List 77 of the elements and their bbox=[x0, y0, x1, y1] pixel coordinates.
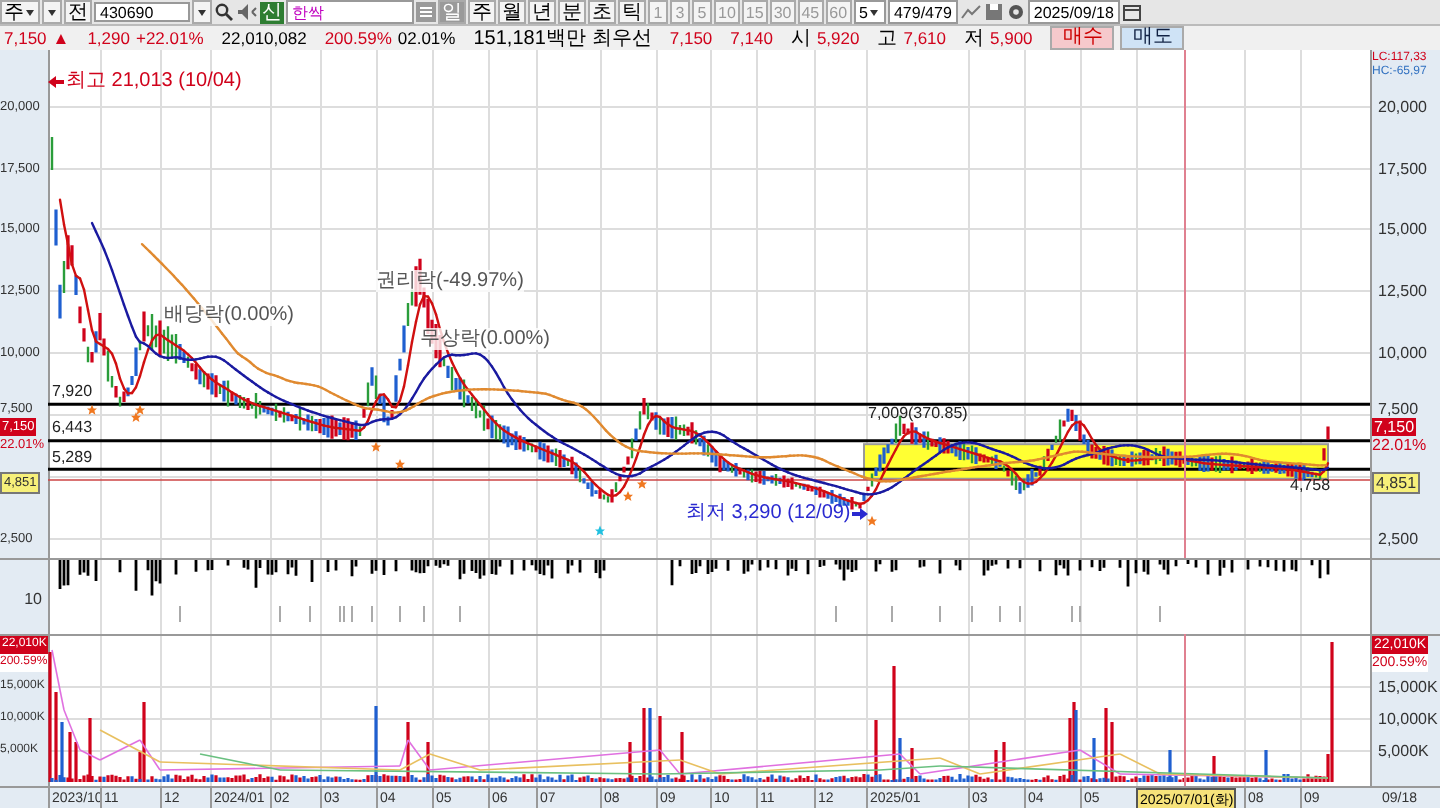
change-percent: +22.01% bbox=[135, 28, 204, 48]
axis-label: 20,000 bbox=[1378, 98, 1427, 116]
axis-label: 10 bbox=[24, 590, 42, 608]
trade-amount: 151,181백만 bbox=[473, 26, 586, 52]
market-dropdown[interactable]: 주 bbox=[0, 0, 40, 24]
stock-code-field[interactable]: 430690 bbox=[94, 2, 190, 22]
star-marker-icon bbox=[371, 441, 381, 452]
volume-value: 22,010,082 bbox=[221, 28, 307, 48]
chart-annotation: 7,920 bbox=[52, 382, 93, 400]
period-tab[interactable]: 주 bbox=[468, 0, 496, 24]
turnover-rate: 02.01% bbox=[397, 28, 456, 48]
star-marker-icon bbox=[623, 491, 633, 502]
high-price: 7,610 bbox=[903, 28, 947, 48]
high-label: 고 bbox=[877, 26, 898, 52]
buy-button[interactable]: 매수 bbox=[1050, 26, 1115, 50]
axis-label: 17,500 bbox=[1378, 160, 1427, 178]
current-price: 7,150 bbox=[4, 28, 47, 48]
chart-annotation: 무상락(0.00%) bbox=[420, 328, 551, 350]
chart-annotation: 권리락(-49.97%) bbox=[376, 270, 524, 292]
bid-price: 7,140 bbox=[730, 28, 773, 48]
period-tab[interactable]: 월 bbox=[498, 0, 526, 24]
price-tag: 4,851 bbox=[1372, 472, 1421, 494]
count-dropdown[interactable]: 5 bbox=[853, 0, 886, 24]
axis-label: 10,000 bbox=[1378, 344, 1427, 362]
volume-ratio: 200.59% bbox=[324, 28, 392, 48]
chart-annotation: 배당락(0.00%) bbox=[164, 304, 295, 326]
sell-button[interactable]: 매도 bbox=[1120, 26, 1185, 50]
calendar-icon[interactable] bbox=[1121, 2, 1142, 22]
axis-label: 2,500 bbox=[1378, 530, 1419, 548]
period-tab[interactable]: 분 bbox=[558, 0, 586, 24]
low-price: 5,900 bbox=[990, 28, 1033, 48]
low-label: 저 bbox=[964, 26, 985, 52]
star-marker-icon bbox=[867, 515, 877, 526]
up-arrow-icon: ▲ bbox=[52, 28, 70, 48]
caret-button[interactable] bbox=[42, 0, 62, 24]
ask-price: 7,150 bbox=[669, 28, 713, 48]
new-badge: 신 bbox=[260, 1, 284, 23]
star-marker-icon bbox=[87, 404, 97, 415]
speaker-icon[interactable] bbox=[236, 2, 258, 22]
price-tag: 7,150 bbox=[1372, 418, 1417, 436]
period-tab[interactable]: 년 bbox=[528, 0, 556, 24]
chart-icon[interactable] bbox=[959, 2, 982, 22]
axis-label: 15,000 bbox=[1378, 220, 1427, 238]
count-field[interactable]: 479/479 bbox=[887, 0, 958, 24]
save-icon[interactable] bbox=[983, 2, 1004, 22]
axis-label: 15,000K bbox=[1378, 678, 1438, 696]
star-marker-icon bbox=[637, 478, 647, 489]
open-price: 5,920 bbox=[816, 28, 860, 48]
chart-annotation: 6,443 bbox=[52, 418, 93, 436]
axis-label: 7,500 bbox=[1378, 400, 1419, 418]
stock-name-field[interactable]: 한싹 bbox=[286, 0, 414, 24]
caret-button[interactable] bbox=[192, 0, 212, 24]
scope-button[interactable]: 전 bbox=[64, 0, 92, 24]
right-arrow-icon bbox=[852, 505, 869, 521]
best-price-label: 최우선 bbox=[591, 26, 652, 52]
star-marker-icon bbox=[595, 525, 605, 536]
chart-annotation: 4,758 bbox=[1290, 476, 1331, 494]
settings-icon[interactable] bbox=[1005, 2, 1026, 22]
chart-annotation: 7,009(370.85) bbox=[868, 404, 968, 422]
caret-icon bbox=[196, 6, 208, 18]
grid-icon[interactable] bbox=[416, 2, 436, 22]
search-icon[interactable] bbox=[214, 2, 234, 22]
date-field[interactable]: 2025/09/18 bbox=[1027, 0, 1120, 24]
price-change: 1,290 bbox=[87, 28, 130, 48]
left-arrow-icon bbox=[48, 73, 64, 89]
caret-icon bbox=[867, 6, 880, 18]
axis-label: 12,500 bbox=[1378, 282, 1427, 300]
star-marker-icon bbox=[395, 458, 405, 469]
axis-label: 10,000K bbox=[1378, 710, 1438, 728]
chart-annotation: 최고 21,013 (10/04) bbox=[66, 70, 242, 92]
chart-annotation: 최저 3,290 (12/09) bbox=[686, 502, 851, 524]
period-tab[interactable]: 초 bbox=[588, 0, 616, 24]
chart-annotation: 5,289 bbox=[52, 448, 93, 466]
percent-label: 22.01% bbox=[1372, 436, 1427, 454]
open-label: 시 bbox=[790, 26, 811, 52]
period-tab[interactable]: 틱 bbox=[618, 0, 646, 24]
axis-label: 5,000K bbox=[1378, 742, 1429, 760]
